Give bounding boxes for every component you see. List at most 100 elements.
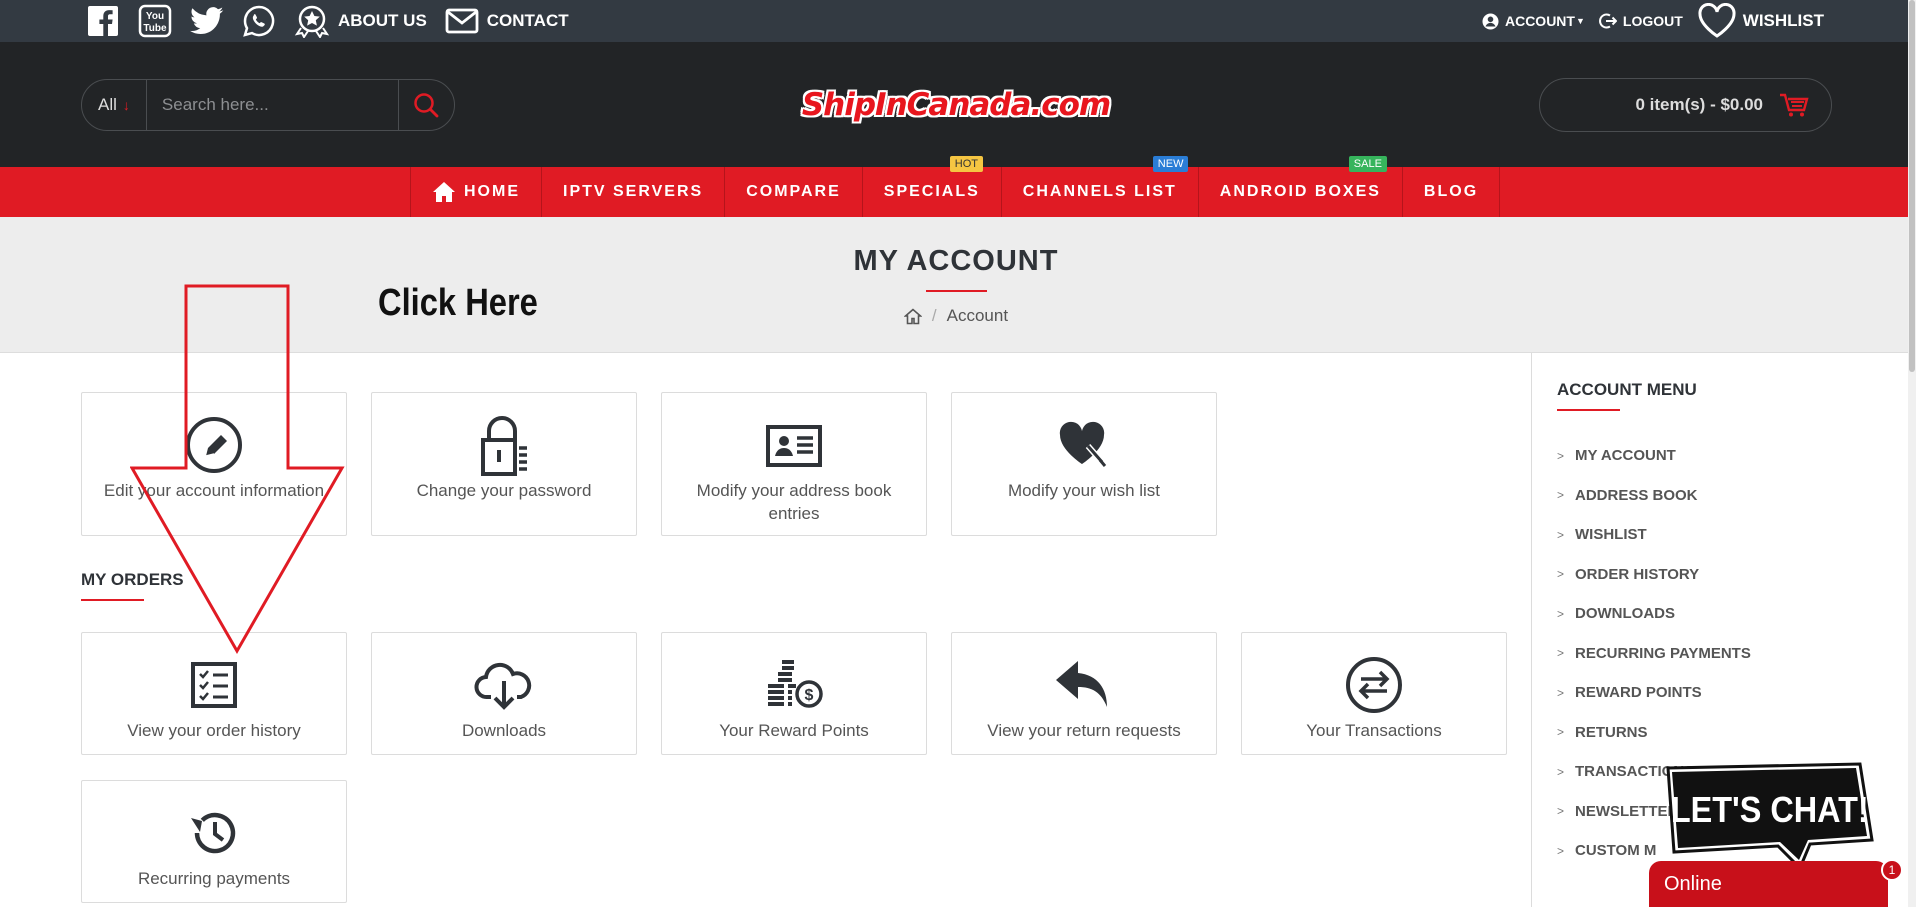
nav-iptv-servers[interactable]: IPTV SERVERS bbox=[542, 167, 726, 217]
heart-icon bbox=[1698, 3, 1736, 38]
nav-blog[interactable]: BLOG bbox=[1403, 167, 1501, 217]
order-history-tile[interactable]: View your order history bbox=[81, 632, 347, 755]
header: All ↓ ShipInCanada.com 0 item(s) - $0.00 bbox=[0, 42, 1916, 167]
breadcrumb-home-icon[interactable] bbox=[903, 307, 922, 325]
nav-home-label: HOME bbox=[464, 183, 520, 200]
nav-iptv-servers-label: IPTV SERVERS bbox=[563, 183, 704, 200]
recurring-payments-tile[interactable]: Recurring payments bbox=[81, 780, 347, 903]
chevron-right-icon: > bbox=[1557, 527, 1565, 542]
breadcrumb-current[interactable]: Account bbox=[947, 306, 1008, 326]
nav-blog-label: BLOG bbox=[1423, 183, 1479, 200]
nav-channels-list[interactable]: CHANNELS LIST NEW bbox=[1002, 156, 1199, 217]
sale-badge: SALE bbox=[1348, 156, 1387, 172]
svg-text:Tube: Tube bbox=[143, 23, 167, 34]
nav-compare[interactable]: COMPARE bbox=[725, 167, 863, 217]
address-book-label: Modify your address book entries bbox=[696, 481, 892, 523]
chat-online-bar[interactable]: Online bbox=[1649, 861, 1888, 907]
order-history-label: View your order history bbox=[127, 721, 301, 740]
chevron-right-icon: > bbox=[1557, 843, 1565, 858]
main-nav: HOME IPTV SERVERS COMPARE SPECIALS HOT C… bbox=[0, 156, 1916, 217]
new-badge: NEW bbox=[1152, 156, 1189, 172]
chevron-right-icon: > bbox=[1557, 685, 1565, 700]
reply-icon bbox=[1054, 655, 1114, 715]
checklist-icon bbox=[190, 655, 238, 715]
reward-points-tile[interactable]: $ Your Reward Points bbox=[661, 632, 927, 755]
svg-text:$: $ bbox=[805, 687, 814, 704]
youtube-icon[interactable]: You Tube bbox=[138, 4, 172, 38]
search-input[interactable] bbox=[146, 80, 399, 130]
page-title: MY ACCOUNT bbox=[853, 245, 1059, 277]
transactions-tile[interactable]: Your Transactions bbox=[1241, 632, 1507, 755]
contact-link[interactable]: CONTACT bbox=[445, 7, 569, 35]
sidebar-item-label: RETURNS bbox=[1575, 723, 1648, 741]
breadcrumb-separator: / bbox=[931, 306, 937, 325]
sidebar-item-label: ADDRESS BOOK bbox=[1575, 486, 1698, 504]
account-dropdown[interactable]: ACCOUNT ▼ bbox=[1482, 13, 1585, 30]
my-orders-underline bbox=[81, 599, 144, 601]
sidebar-item-my-account[interactable]: > MY ACCOUNT bbox=[1557, 436, 1751, 476]
twitter-icon[interactable] bbox=[190, 4, 224, 38]
sidebar-item-address-book[interactable]: > ADDRESS BOOK bbox=[1557, 476, 1751, 516]
search-category-select[interactable]: All ↓ bbox=[82, 80, 147, 130]
whatsapp-icon[interactable] bbox=[242, 4, 276, 38]
change-password-tile[interactable]: Change your password bbox=[371, 392, 637, 536]
sidebar-divider bbox=[1531, 353, 1532, 907]
sidebar-item-recurring-payments[interactable]: > RECURRING PAYMENTS bbox=[1557, 634, 1751, 674]
logout-link[interactable]: LOGOUT bbox=[1598, 12, 1683, 30]
contact-label: CONTACT bbox=[486, 11, 569, 30]
click-here-annotation: Click Here bbox=[378, 282, 538, 324]
caret-down-icon: ▼ bbox=[1575, 16, 1585, 26]
sidebar-item-label: RECURRING PAYMENTS bbox=[1575, 644, 1751, 662]
logout-icon bbox=[1598, 13, 1617, 29]
sidebar-item-order-history[interactable]: > ORDER HISTORY bbox=[1557, 555, 1751, 595]
transactions-label: Your Transactions bbox=[1306, 721, 1442, 740]
envelope-icon bbox=[445, 8, 479, 34]
page-scrollbar[interactable] bbox=[1908, 0, 1916, 907]
cart-icon bbox=[1780, 93, 1809, 117]
cart-button[interactable]: 0 item(s) - $0.00 bbox=[1539, 78, 1832, 132]
facebook-icon[interactable] bbox=[86, 4, 120, 38]
about-us-link[interactable]: ABOUT US bbox=[294, 4, 427, 38]
chat-status: Online bbox=[1664, 873, 1722, 895]
wishlist-link[interactable]: WISHLIST bbox=[1697, 3, 1824, 39]
edit-account-label: Edit your account information bbox=[103, 481, 325, 500]
chevron-right-icon: > bbox=[1557, 764, 1565, 779]
nav-specials[interactable]: SPECIALS HOT bbox=[863, 156, 1002, 217]
return-requests-tile[interactable]: View your return requests bbox=[951, 632, 1217, 755]
site-logo[interactable]: ShipInCanada.com bbox=[802, 80, 1111, 130]
change-password-label: Change your password bbox=[416, 481, 592, 500]
account-menu-underline bbox=[1557, 409, 1620, 411]
sidebar-item-label: WISHLIST bbox=[1575, 526, 1647, 544]
edit-account-tile[interactable]: Edit your account information bbox=[81, 392, 347, 536]
chat-bubble[interactable]: LET'S CHAT! bbox=[1660, 760, 1880, 872]
arrow-down-icon: ↓ bbox=[122, 97, 130, 113]
sidebar-item-label: REWARD POINTS bbox=[1575, 684, 1702, 702]
home-icon bbox=[433, 182, 455, 202]
address-book-tile[interactable]: Modify your address book entries bbox=[661, 392, 927, 536]
scrollbar-thumb[interactable] bbox=[1909, 0, 1915, 372]
top-bar-left: You Tube ABOUT US CONTACT bbox=[86, 0, 569, 42]
downloads-label: Downloads bbox=[461, 721, 547, 740]
heart-edit-icon bbox=[1058, 415, 1110, 475]
wish-list-tile[interactable]: Modify your wish list bbox=[951, 392, 1217, 536]
chevron-right-icon: > bbox=[1557, 606, 1565, 621]
logout-label: LOGOUT bbox=[1622, 13, 1683, 29]
nav-android-boxes[interactable]: ANDROID BOXES SALE bbox=[1199, 156, 1403, 217]
sidebar-item-downloads[interactable]: > DOWNLOADS bbox=[1557, 594, 1751, 634]
sidebar-item-reward-points[interactable]: > REWARD POINTS bbox=[1557, 673, 1751, 713]
chat-unread-badge: 1 bbox=[1881, 859, 1903, 881]
chevron-right-icon: > bbox=[1557, 488, 1565, 503]
nav-channels-list-label: CHANNELS LIST bbox=[1022, 183, 1177, 200]
search-button[interactable] bbox=[399, 80, 454, 130]
chevron-right-icon: > bbox=[1557, 448, 1565, 463]
sidebar-item-returns[interactable]: > RETURNS bbox=[1557, 713, 1751, 753]
wish-list-label: Modify your wish list bbox=[1007, 481, 1161, 500]
cloud-download-icon bbox=[474, 655, 534, 715]
search-box: All ↓ bbox=[81, 79, 455, 131]
nav-home[interactable]: HOME bbox=[411, 167, 542, 217]
downloads-tile[interactable]: Downloads bbox=[371, 632, 637, 755]
search-icon bbox=[414, 93, 439, 118]
top-bar-right: ACCOUNT ▼ LOGOUT WISHLIST bbox=[1482, 0, 1824, 42]
history-icon bbox=[189, 803, 239, 863]
sidebar-item-wishlist[interactable]: > WISHLIST bbox=[1557, 515, 1751, 555]
